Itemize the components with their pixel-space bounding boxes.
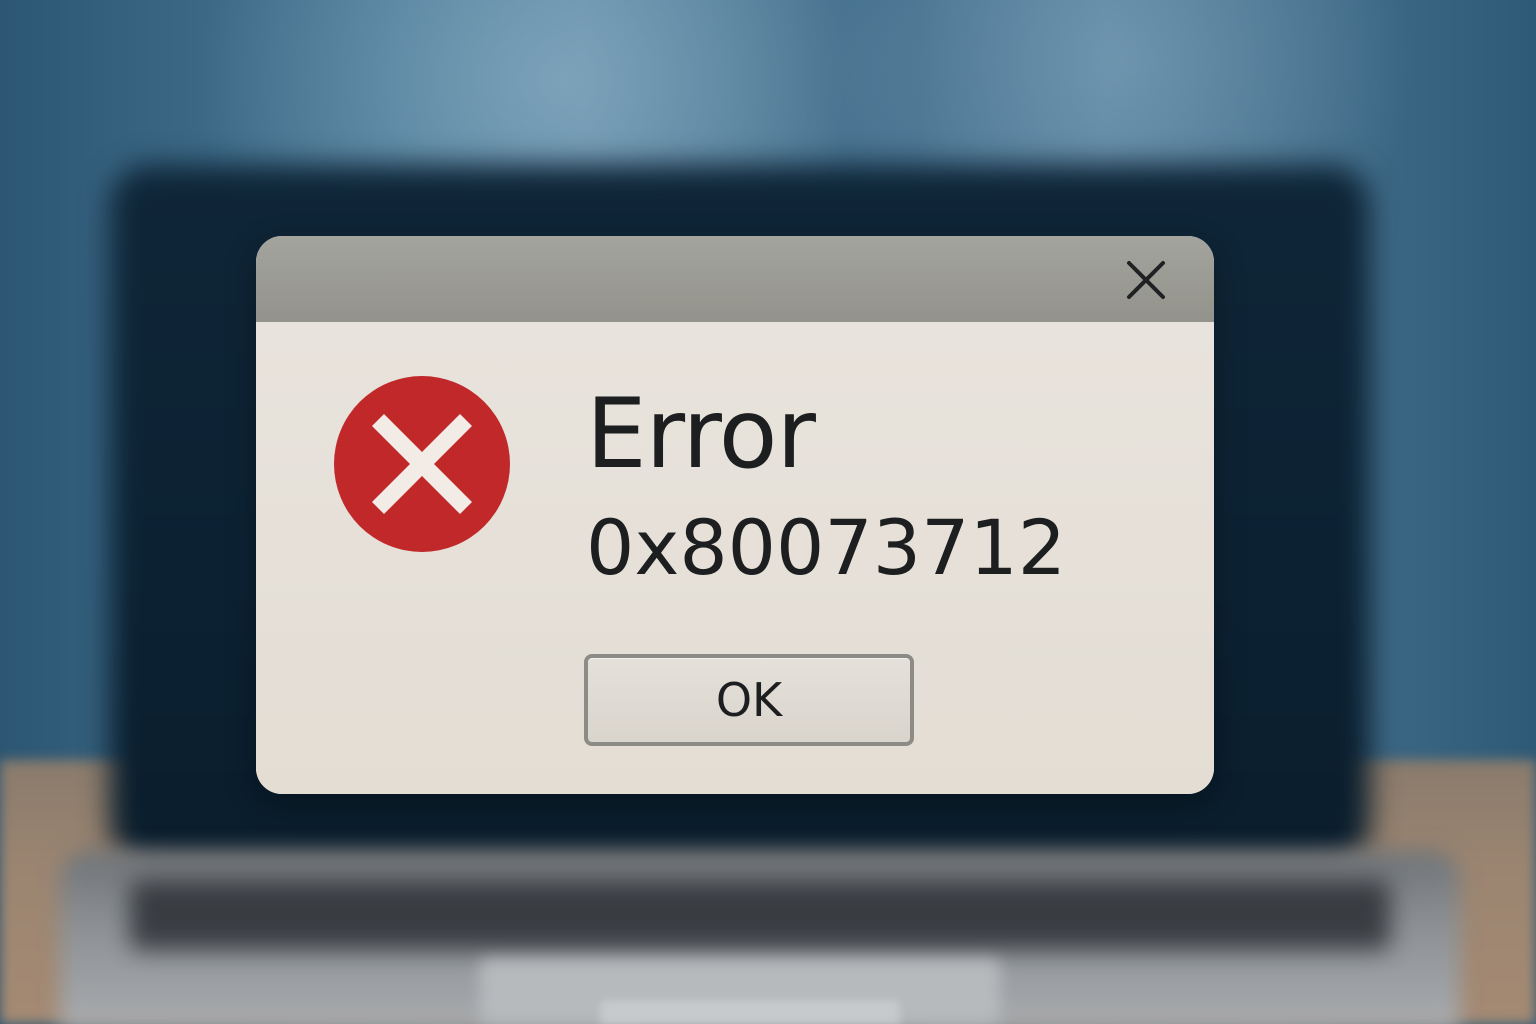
dialog-body: Error 0x80073712 OK xyxy=(256,322,1214,794)
dialog-titlebar xyxy=(256,236,1214,323)
error-title: Error xyxy=(586,378,816,490)
ok-button[interactable]: OK xyxy=(584,654,914,746)
close-icon xyxy=(1127,261,1165,299)
error-icon xyxy=(332,374,512,554)
laptop-keyboard xyxy=(130,880,1390,950)
error-code: 0x80073712 xyxy=(586,503,1067,592)
close-button[interactable] xyxy=(1124,258,1168,302)
error-dialog: Error 0x80073712 OK xyxy=(256,236,1214,794)
laptop-hinge-notch xyxy=(600,1000,900,1024)
ok-button-label: OK xyxy=(715,673,783,727)
